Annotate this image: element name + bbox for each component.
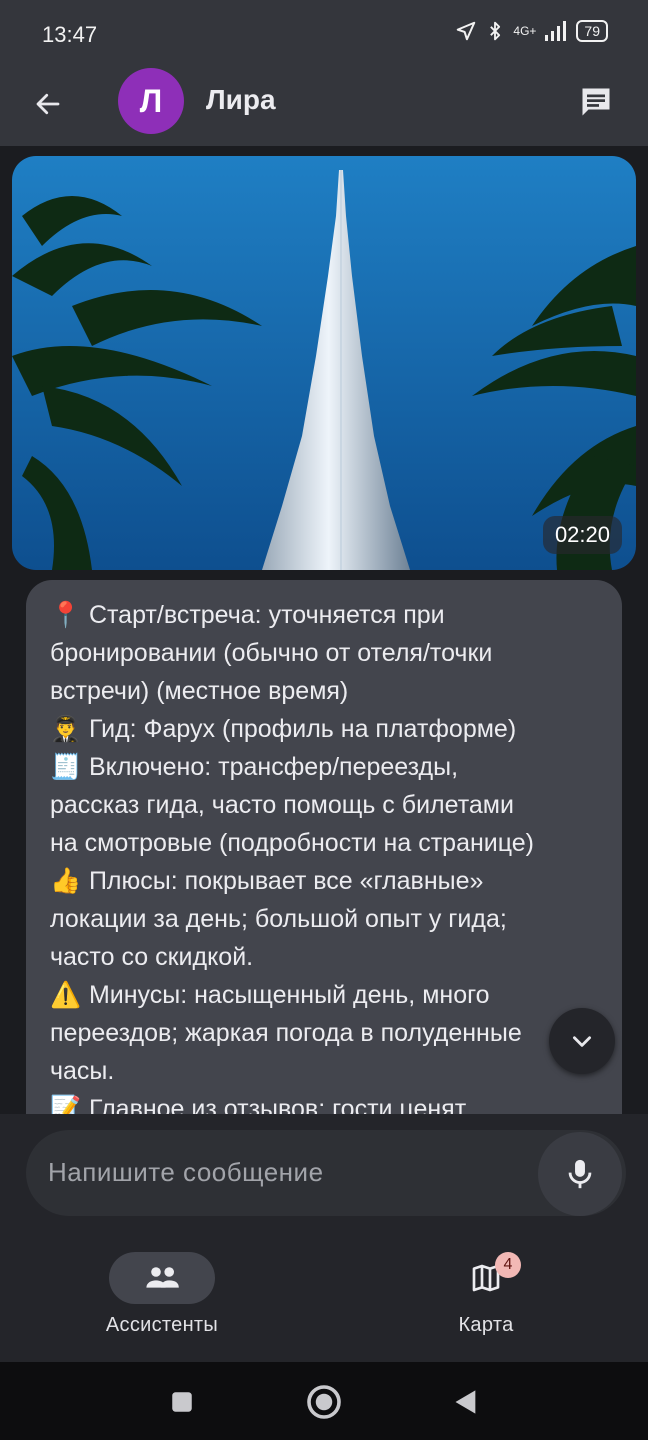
status-icons: 4G+ 79 [455, 20, 608, 42]
message-input-placeholder: Напишите сообщение [48, 1157, 324, 1187]
app-bar: Л Лира [0, 68, 648, 146]
message-line-text: переездов; жаркая погода в полуденные [50, 1019, 522, 1047]
video-message[interactable]: 02:20 [12, 156, 636, 570]
map-badge: 4 [495, 1252, 521, 1278]
nav-map[interactable]: 4 Карта [386, 1252, 586, 1337]
message-line: 📍 Старт/встреча: уточняется при [50, 596, 598, 634]
message-input[interactable]: Напишите сообщение [26, 1130, 626, 1216]
chats-button[interactable] [574, 80, 618, 124]
bottom-navigation: Ассистенты 4 Карта [0, 1236, 648, 1362]
emoji-icon: 🧾 [50, 753, 82, 781]
message-line: ⚠️ Минусы: насыщенный день, много [50, 976, 598, 1014]
message-line-text: Гид: Фарух (профиль на платформе) [82, 715, 517, 743]
nav-assistants-indicator [109, 1252, 215, 1304]
square-icon [172, 1392, 192, 1412]
message-line: 🧾 Включено: трансфер/переезды, [50, 748, 598, 786]
emoji-icon: ⚠️ [50, 981, 82, 1009]
location-arrow-icon [457, 21, 476, 41]
avatar[interactable]: Л [118, 68, 184, 134]
message-line: бронировании (обычно от отеля/точки [50, 634, 598, 672]
message-line-text: Главное из отзывов: гости ценят [82, 1095, 467, 1114]
status-bar: 13:47 4G+ 79 [0, 0, 648, 70]
message-line: часто со скидкой. [50, 938, 598, 976]
nav-map-indicator: 4 [433, 1252, 539, 1304]
message-line-text: Минусы: насыщенный день, много [82, 981, 490, 1009]
message-line-text: Плюсы: покрывает все «главные» [82, 867, 484, 895]
message-line: 👨‍✈️ Гид: Фарух (профиль на платформе) [50, 710, 598, 748]
message-line-text: часы. [50, 1057, 115, 1085]
back-button[interactable] [26, 82, 70, 126]
message-line-text: бронировании (обычно от отеля/точки [50, 639, 493, 667]
emoji-icon: 👍 [50, 867, 82, 895]
message-line-text: рассказ гида, часто помощь с билетами [50, 791, 514, 819]
nav-assistants[interactable]: Ассистенты [62, 1252, 262, 1337]
message-line: часы. [50, 1052, 598, 1090]
message-line-text: Включено: трансфер/переезды, [82, 753, 459, 781]
home-button[interactable] [304, 1382, 344, 1422]
nav-map-label: Карта [458, 1314, 514, 1336]
emoji-icon: 👨‍✈️ [50, 715, 82, 743]
message-line: переездов; жаркая погода в полуденные [50, 1014, 598, 1052]
chat-area[interactable]: 02:20 📍 Старт/встреча: уточняется при бро… [0, 146, 648, 1114]
arrow-back-icon [36, 93, 60, 115]
system-navigation-bar [0, 1362, 648, 1440]
scroll-to-bottom-button[interactable] [549, 1008, 615, 1074]
message-line: 📝 Главное из отзывов: гости ценят [50, 1090, 598, 1114]
message-text: 📍 Старт/встреча: уточняется при бронирова… [50, 596, 598, 1114]
back-system-button[interactable] [446, 1382, 486, 1422]
composer: Напишите сообщение [0, 1114, 648, 1236]
message-line: рассказ гида, часто помощь с билетами [50, 786, 598, 824]
emoji-icon: 📝 [50, 1095, 82, 1114]
recents-button[interactable] [162, 1382, 202, 1422]
message-line-text: локации за день; большой опыт у гида; [50, 905, 507, 933]
chat-bubble-icon [582, 88, 610, 116]
video-duration: 02:20 [542, 516, 622, 554]
message-line-text: встречи) (местное время) [50, 677, 349, 705]
message-line-text: Старт/встреча: уточняется при [82, 601, 445, 629]
people-icon [146, 1267, 179, 1288]
status-time: 13:47 [42, 22, 98, 47]
message-bubble[interactable]: 📍 Старт/встреча: уточняется при бронирова… [26, 580, 622, 1114]
chat-title[interactable]: Лира [206, 84, 276, 116]
message-line-text: часто со скидкой. [50, 943, 254, 971]
mic-button[interactable] [538, 1132, 622, 1216]
circle-home-icon [307, 1385, 341, 1419]
message-line: на смотровые (подробности на странице) [50, 824, 598, 862]
message-line-text: на смотровые (подробности на странице) [50, 829, 535, 857]
message-line: 👍 Плюсы: покрывает все «главные» [50, 862, 598, 900]
message-line: встречи) (местное время) [50, 672, 598, 710]
microphone-icon [568, 1159, 592, 1189]
message-line: локации за день; большой опыт у гида; [50, 900, 598, 938]
bluetooth-icon [490, 21, 501, 41]
nav-assistants-label: Ассистенты [105, 1314, 219, 1336]
emoji-icon: 📍 [50, 601, 82, 629]
video-thumbnail [12, 156, 636, 570]
triangle-back-icon [455, 1390, 476, 1414]
network-type: 4G+ [513, 24, 537, 38]
chevron-down-icon [573, 1036, 591, 1047]
signal-icon [545, 21, 567, 41]
battery-indicator: 79 [576, 20, 608, 42]
